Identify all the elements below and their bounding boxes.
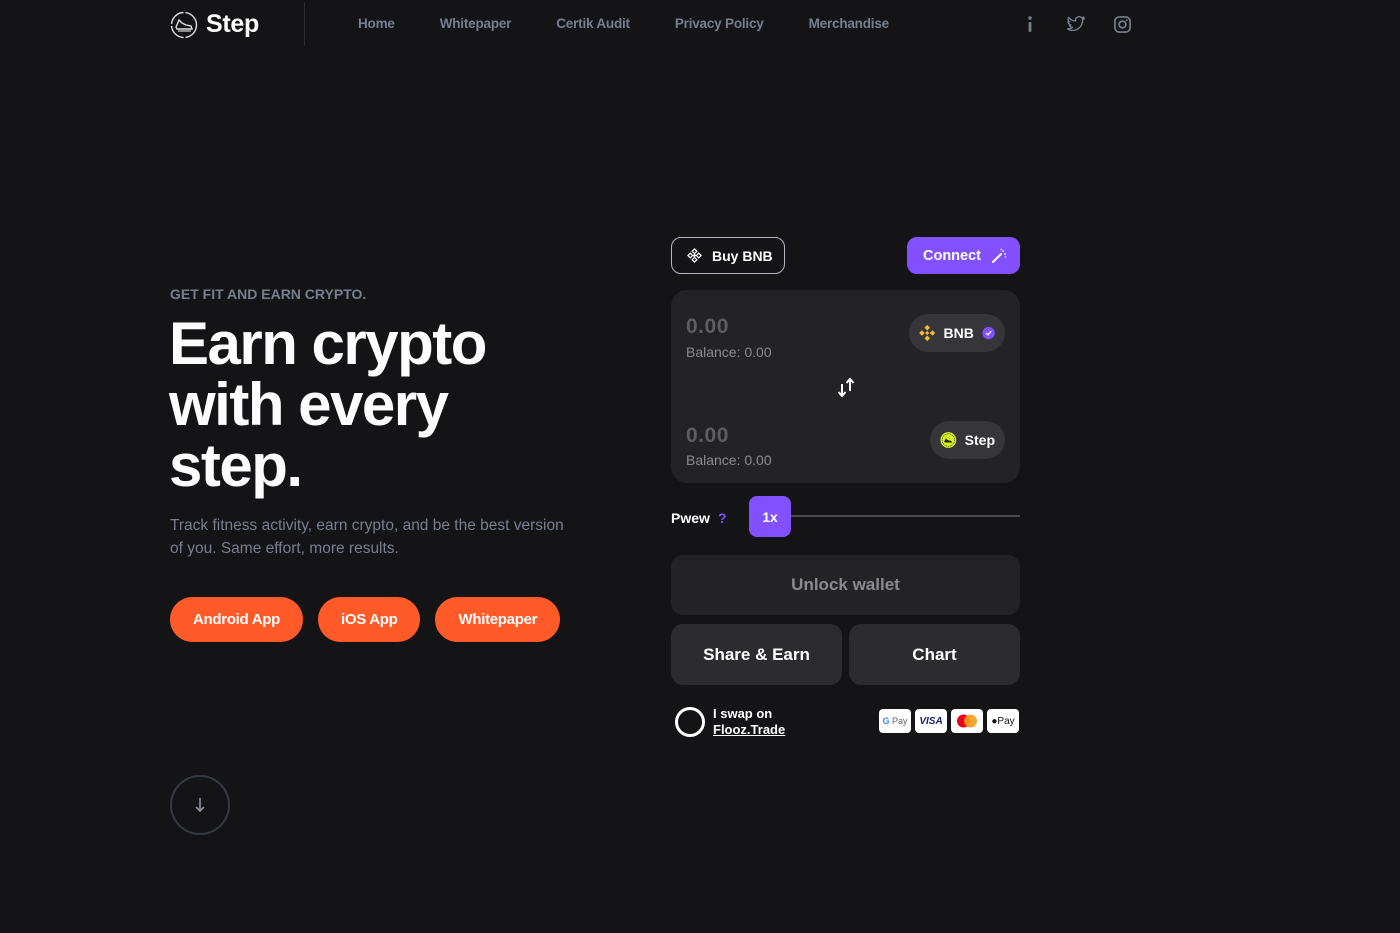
- from-amount-input[interactable]: [686, 315, 806, 339]
- ios-app-button[interactable]: iOS App: [317, 597, 421, 642]
- bnb-token-icon: [919, 324, 936, 342]
- twitter-icon[interactable]: [1066, 13, 1086, 35]
- connect-label: Connect: [923, 247, 981, 264]
- android-app-button[interactable]: Android App: [170, 597, 303, 642]
- unlock-wallet-button[interactable]: Unlock wallet: [671, 555, 1020, 615]
- nav-link-certik-audit[interactable]: Certik Audit: [556, 16, 630, 31]
- whitepaper-button[interactable]: Whitepaper: [435, 597, 561, 642]
- from-token-selector[interactable]: BNB: [909, 314, 1005, 352]
- flooz-trade-link[interactable]: Flooz.Trade: [713, 722, 785, 738]
- top-nav: Step Home Whitepaper Certik Audit Privac…: [0, 0, 1400, 48]
- scroll-down-button[interactable]: [170, 775, 230, 835]
- nav-links: Home Whitepaper Certik Audit Privacy Pol…: [358, 16, 934, 31]
- hero-subtitle: Track fitness activity, earn crypto, and…: [170, 517, 564, 557]
- instagram-icon[interactable]: [1112, 13, 1132, 35]
- pwew-label: Pwew: [671, 510, 710, 526]
- help-icon[interactable]: ?: [718, 510, 727, 526]
- mastercard-icon: [951, 709, 983, 733]
- bnb-outline-icon: [687, 248, 702, 263]
- hero-title-line-1: Earn crypto: [169, 310, 487, 377]
- arrow-down-icon: [195, 798, 205, 813]
- swap-direction-icon[interactable]: [836, 376, 856, 398]
- cta-buttons: Android App iOS App Whitepaper: [170, 597, 561, 642]
- hero-eyebrow: GET FIT AND EARN CRYPTO.: [170, 286, 367, 302]
- payment-methods: G Pay VISA ●Pay: [879, 709, 1019, 733]
- hero-title-line-3: step.: [169, 432, 303, 499]
- buy-bnb-button[interactable]: Buy BNB: [671, 237, 785, 274]
- swap-card: Balance: 0.00 BNB Balance: 0.00: [671, 290, 1020, 483]
- hero-title: Earn crypto with every step.: [169, 313, 589, 496]
- from-token-label: BNB: [943, 325, 974, 341]
- verified-badge-icon: [982, 326, 995, 340]
- apple-pay-icon: ●Pay: [987, 709, 1019, 733]
- hero-title-line-2: with every: [169, 371, 449, 438]
- brand-name: Step: [206, 10, 259, 38]
- brand-logo[interactable]: Step: [170, 10, 259, 39]
- social-icons: [1020, 13, 1132, 35]
- info-icon[interactable]: [1020, 13, 1040, 35]
- to-amount-input[interactable]: [686, 424, 806, 448]
- visa-icon: VISA: [915, 709, 947, 733]
- to-token-label: Step: [964, 432, 995, 448]
- chart-button[interactable]: Chart: [849, 624, 1020, 685]
- shoe-logo-icon: [170, 11, 198, 38]
- flooz-caption: I swap on: [713, 706, 773, 721]
- nav-link-home[interactable]: Home: [358, 16, 395, 31]
- pwew-multiplier: Pwew ? 1x: [671, 496, 1020, 537]
- buy-bnb-label: Buy BNB: [712, 247, 773, 264]
- connect-wallet-button[interactable]: Connect: [907, 237, 1020, 274]
- pwew-slider-thumb[interactable]: 1x: [749, 496, 791, 537]
- step-token-icon: [940, 432, 957, 448]
- share-earn-button[interactable]: Share & Earn: [671, 624, 842, 685]
- to-balance: Balance: 0.00: [686, 452, 772, 468]
- nav-link-privacy-policy[interactable]: Privacy Policy: [675, 16, 764, 31]
- flooz-promo: I swap on Flooz.Trade: [675, 706, 785, 738]
- nav-link-whitepaper[interactable]: Whitepaper: [440, 16, 512, 31]
- nav-divider: [304, 2, 305, 46]
- to-token-selector[interactable]: Step: [930, 421, 1005, 459]
- flooz-logo-icon: [675, 707, 705, 737]
- nav-link-merchandise[interactable]: Merchandise: [809, 16, 890, 31]
- from-balance: Balance: 0.00: [686, 344, 772, 360]
- google-pay-icon: G Pay: [879, 709, 911, 733]
- magic-wand-icon: [992, 248, 1007, 263]
